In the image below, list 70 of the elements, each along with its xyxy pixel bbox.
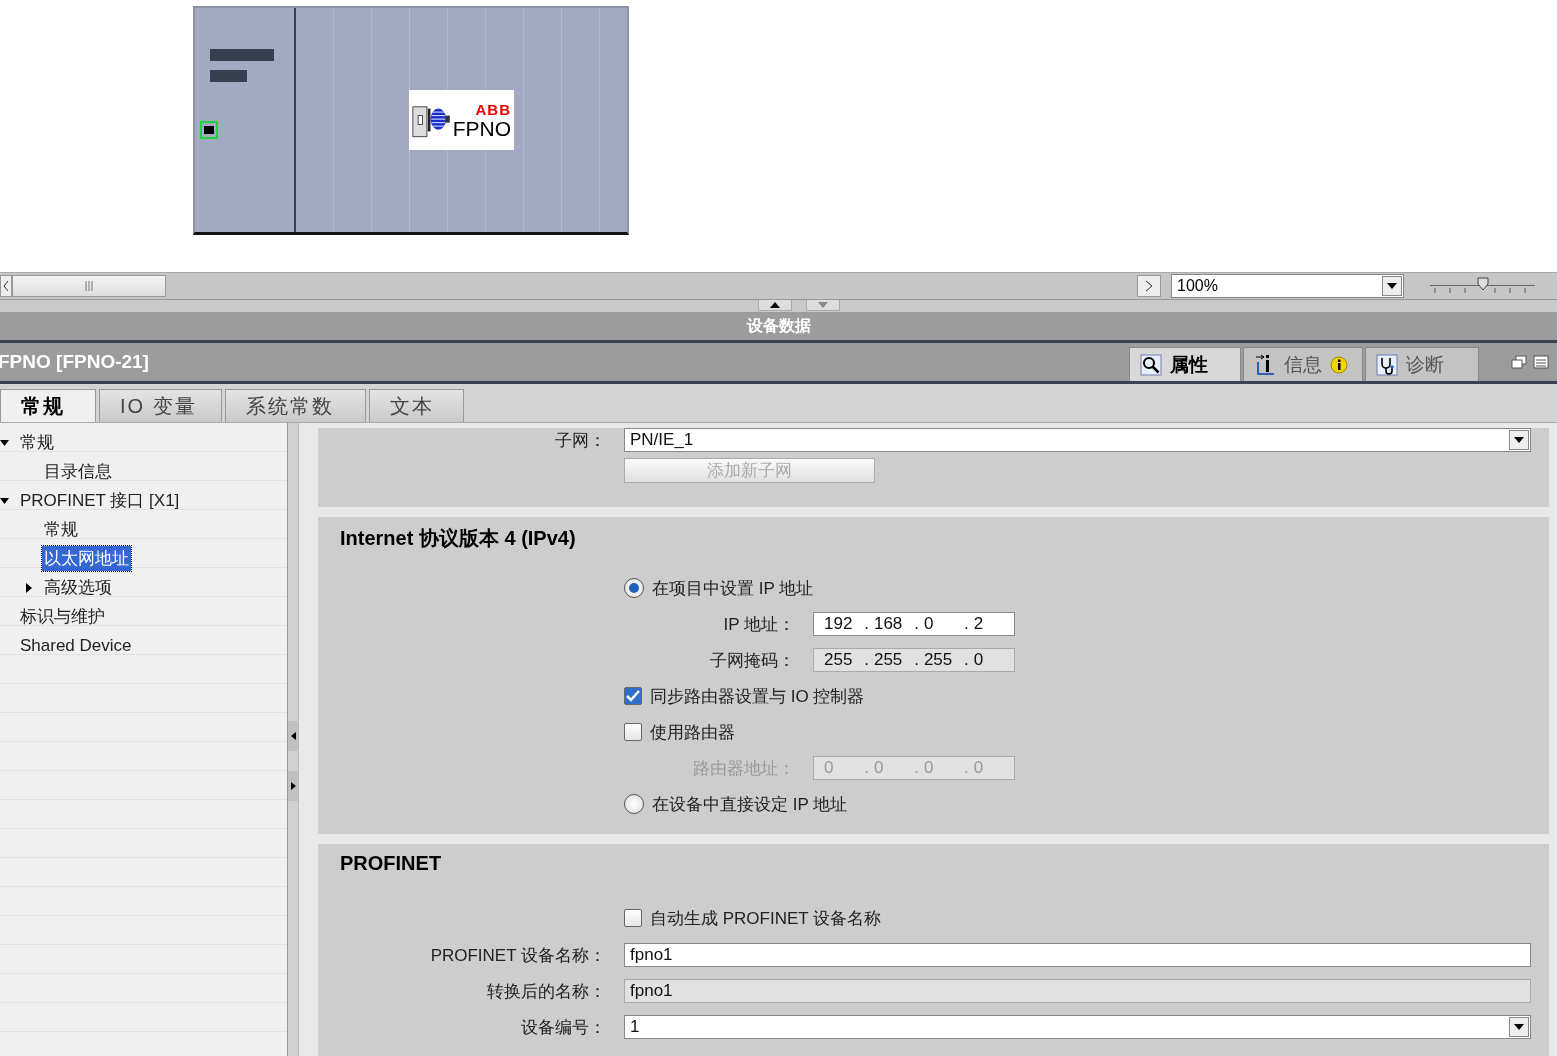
nav-item[interactable]: PROFINET 接口 [X1] (18, 488, 182, 513)
brand-logo: ABB (475, 101, 511, 118)
tab[interactable]: 文本 (369, 389, 464, 422)
address-field[interactable]: 192 . 168 . 0 . 2 (813, 612, 1015, 636)
radio-button[interactable] (624, 794, 644, 814)
stethoscope-icon (1376, 353, 1398, 376)
inspector-tab[interactable]: 属性 (1129, 347, 1241, 381)
text-field[interactable]: fpno1 (624, 943, 1531, 967)
tab[interactable]: 系统常数 (225, 389, 366, 422)
label-bar (210, 70, 247, 82)
radio-button[interactable] (624, 578, 644, 598)
section-title: Internet 协议版本 4 (IPv4) (340, 526, 577, 551)
checkbox[interactable] (624, 723, 642, 741)
collapsed-icon[interactable] (24, 582, 34, 593)
device-rack[interactable]: ABB FPNO (193, 6, 629, 235)
info-list-icon (1254, 353, 1276, 376)
subnet-dropdown[interactable]: PN/IE_1 (624, 428, 1531, 452)
slider-thumb[interactable] (1476, 276, 1489, 291)
float-window-icon[interactable] (1511, 355, 1527, 369)
option-label: 在设备中直接设定 IP 地址 (652, 793, 848, 816)
collapse-up-button[interactable] (757, 300, 792, 311)
tab[interactable]: IO 变量 (99, 389, 222, 422)
address-field[interactable]: 255 . 255 . 255 . 0 (813, 648, 1015, 672)
field-label: 子网： (554, 429, 607, 452)
panel-title: 设备数据 (0, 312, 1557, 343)
expand-down-button[interactable] (805, 300, 840, 311)
field-label: PROFINET 设备名称： (429, 944, 607, 967)
option-label: 自动生成 PROFINET 设备名称 (650, 907, 882, 930)
inspector-tab[interactable]: 信息 (1243, 347, 1363, 381)
checkbox[interactable] (624, 687, 642, 705)
field-label: 设备编号： (520, 1016, 607, 1039)
nav-item[interactable]: 标识与维护 (18, 604, 107, 629)
port-icon[interactable] (200, 121, 218, 139)
zoom-dropdown[interactable]: 100% (1171, 274, 1404, 298)
text-field[interactable]: fpno1 (624, 979, 1531, 1003)
option-label: 在项目中设置 IP 地址 (652, 577, 814, 600)
dropdown-arrow-icon (1514, 437, 1524, 443)
nav-item[interactable]: 高级选项 (42, 575, 114, 600)
option-label: 使用路由器 (650, 721, 735, 744)
field-label: 转换后的名称： (486, 980, 607, 1003)
down-arrow-icon (817, 302, 828, 308)
dropdown-arrow-icon (1514, 1024, 1524, 1030)
nav-item[interactable]: 常规 (18, 430, 56, 455)
nav-item[interactable]: 常规 (42, 517, 80, 542)
field-label: IP 地址： (722, 613, 796, 636)
inspector-tab[interactable]: 诊断 (1365, 347, 1479, 381)
nav-item[interactable]: 目录信息 (42, 459, 114, 484)
section-title: PROFINET (340, 852, 443, 875)
expanded-icon[interactable] (0, 495, 10, 506)
nav-item[interactable]: 以太网地址 (42, 546, 131, 571)
collapse-left-icon[interactable] (288, 721, 298, 751)
dropdown[interactable]: 1 (624, 1015, 1531, 1039)
field-label: 子网掩码： (709, 649, 796, 672)
label-bar (210, 49, 274, 61)
scroll-right-button[interactable] (1137, 275, 1161, 297)
info-icon (1330, 355, 1348, 374)
device-model: FPNO (452, 118, 511, 139)
nav-item[interactable]: Shared Device (18, 634, 134, 657)
checkbox[interactable] (624, 909, 642, 927)
search-icon (1140, 353, 1162, 376)
tab[interactable]: 常规 (0, 389, 96, 422)
option-label: 同步路由器设置与 IO 控制器 (650, 685, 865, 708)
scroll-left-button[interactable] (0, 275, 12, 297)
expanded-icon[interactable] (0, 437, 10, 448)
expand-right-icon[interactable] (288, 771, 298, 801)
menu-icon[interactable] (1533, 355, 1549, 369)
object-title: FPNO [FPNO-21] (0, 351, 150, 373)
up-arrow-icon (769, 302, 780, 308)
dropdown-arrow-icon (1387, 283, 1397, 289)
scrollbar-thumb[interactable] (12, 275, 166, 297)
